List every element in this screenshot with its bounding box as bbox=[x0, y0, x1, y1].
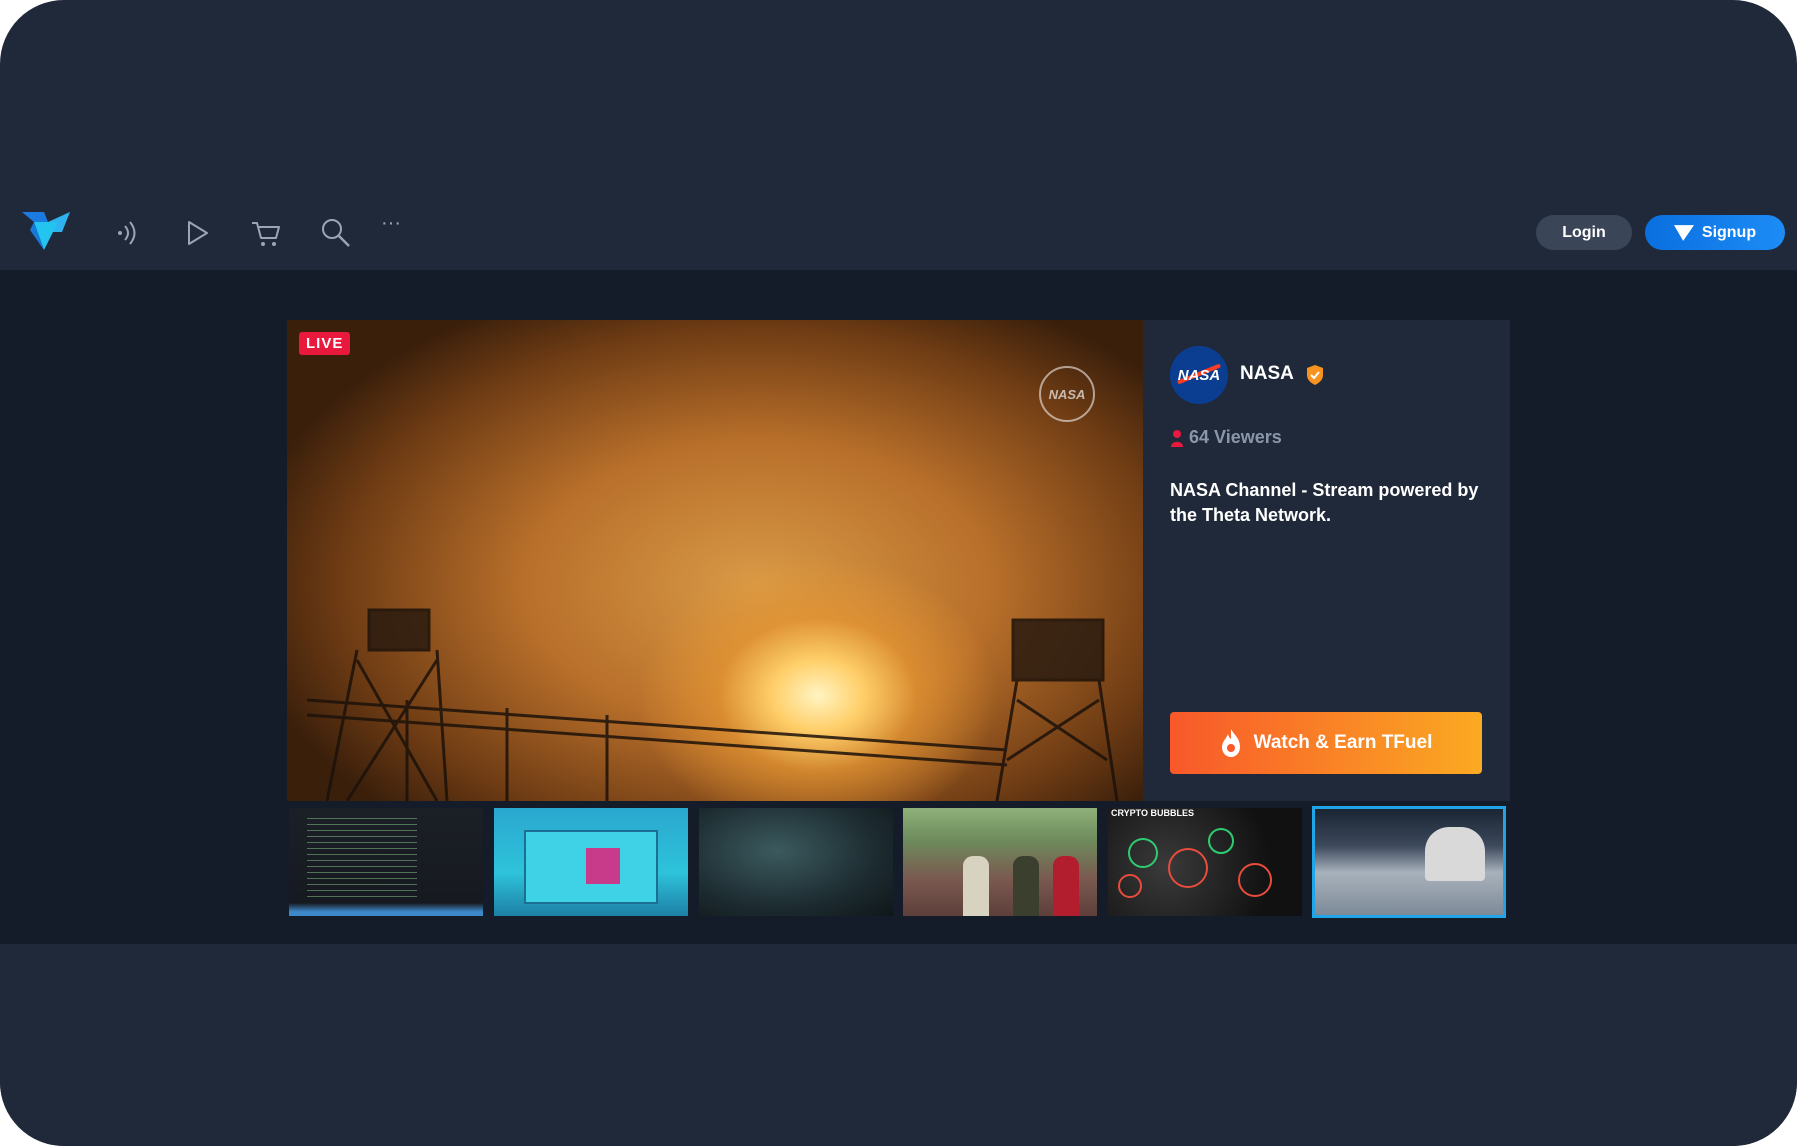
more-label: ··· bbox=[381, 212, 401, 234]
login-button[interactable]: Login bbox=[1536, 215, 1632, 250]
nasa-watermark-logo: NASA bbox=[1039, 366, 1095, 422]
channel-avatar[interactable]: NASA bbox=[1170, 346, 1228, 404]
more-icon[interactable]: ··· bbox=[381, 212, 405, 246]
main-content: LIVE NASA NASA NASA 64 Viewers NASA Chan… bbox=[0, 270, 1797, 944]
live-badge: LIVE bbox=[299, 332, 351, 355]
stream-thumbnail[interactable] bbox=[903, 808, 1097, 916]
video-player[interactable]: LIVE NASA bbox=[287, 320, 1143, 801]
thumbnail-figure bbox=[1053, 856, 1079, 916]
play-icon[interactable] bbox=[180, 216, 214, 250]
top-navigation-bar: ··· Login Signup bbox=[0, 196, 1797, 270]
watch-earn-tfuel-button[interactable]: Watch & Earn TFuel bbox=[1170, 712, 1482, 774]
stream-thumbnail[interactable]: CRYPTO BUBBLES bbox=[1108, 808, 1302, 916]
theta-logo-icon[interactable] bbox=[22, 210, 70, 252]
stream-thumbnail[interactable] bbox=[699, 808, 893, 916]
thumbnail-figure bbox=[1013, 856, 1039, 916]
thumbnail-bubble bbox=[1168, 848, 1208, 888]
viewer-count-text: 64 Viewers bbox=[1189, 427, 1282, 447]
thumbnail-lunar-lander bbox=[1425, 827, 1485, 881]
channel-info-panel: NASA NASA 64 Viewers NASA Channel - Stre… bbox=[1143, 320, 1510, 801]
thumbnail-code-lines bbox=[307, 818, 417, 898]
stream-thumbnail[interactable] bbox=[494, 808, 688, 916]
tfuel-flame-icon bbox=[1221, 729, 1240, 757]
thumbnail-bubble bbox=[1238, 863, 1272, 897]
signup-button[interactable]: Signup bbox=[1645, 215, 1785, 250]
thumbnail-bubble bbox=[1128, 838, 1158, 868]
thumbnail-bubble bbox=[1208, 828, 1234, 854]
live-broadcast-icon[interactable] bbox=[110, 216, 144, 250]
thumbnail-bubble bbox=[1118, 874, 1142, 898]
page-footer-area bbox=[0, 944, 1797, 1146]
viewer-count: 64 Viewers bbox=[1170, 427, 1282, 448]
verified-badge-icon bbox=[1305, 364, 1325, 386]
stream-thumbnail[interactable] bbox=[289, 808, 483, 916]
video-frame-launch-scene bbox=[306, 608, 1119, 801]
channel-avatar-text: NASA bbox=[1177, 366, 1221, 384]
search-icon[interactable] bbox=[319, 216, 353, 250]
watch-earn-tfuel-label: Watch & Earn TFuel bbox=[1253, 732, 1433, 753]
viewer-person-icon bbox=[1171, 429, 1183, 447]
channel-description: NASA Channel - Stream powered by the The… bbox=[1170, 480, 1479, 525]
thumbnail-caption: CRYPTO BUBBLES bbox=[1111, 808, 1195, 818]
stream-thumbnail-strip: CRYPTO BUBBLES bbox=[287, 806, 1510, 924]
theta-logo-icon bbox=[1673, 224, 1694, 241]
thumbnail-game-menu bbox=[524, 830, 658, 904]
stream-thumbnail-selected[interactable] bbox=[1312, 806, 1506, 918]
thumbnail-figure bbox=[963, 856, 989, 916]
app-window: ··· Login Signup LIVE NASA NASA NASA 64 … bbox=[0, 0, 1797, 1146]
channel-name[interactable]: NASA bbox=[1240, 363, 1294, 385]
signup-label: Signup bbox=[1701, 223, 1757, 241]
cart-icon[interactable] bbox=[249, 216, 283, 250]
